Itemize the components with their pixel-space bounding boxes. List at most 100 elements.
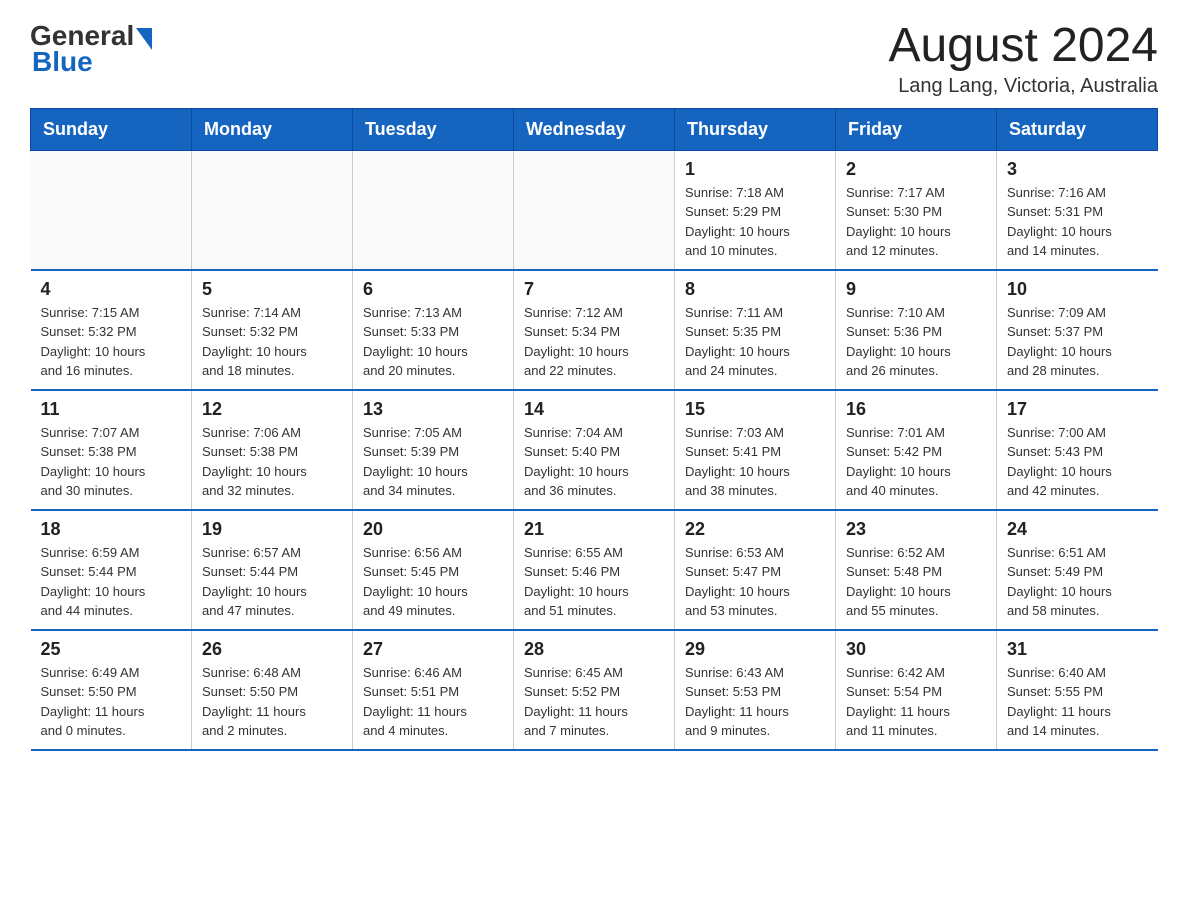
day-number: 8 xyxy=(685,279,825,300)
day-number: 19 xyxy=(202,519,342,540)
col-thursday: Thursday xyxy=(675,108,836,150)
day-number: 22 xyxy=(685,519,825,540)
table-row: 1 Sunrise: 7:18 AMSunset: 5:29 PMDaylight… xyxy=(675,150,836,270)
table-row: 21 Sunrise: 6:55 AMSunset: 5:46 PMDayligh… xyxy=(514,510,675,630)
table-row: 23 Sunrise: 6:52 AMSunset: 5:48 PMDayligh… xyxy=(836,510,997,630)
calendar-week-row: 11Sunrise: 7:07 AMSunset: 5:38 PMDayligh… xyxy=(31,390,1158,510)
day-info: Sunrise: 7:14 AMSunset: 5:32 PMDaylight:… xyxy=(202,303,342,381)
day-number: 16 xyxy=(846,399,986,420)
table-row: 22Sunrise: 6:53 AMSunset: 5:47 PMDayligh… xyxy=(675,510,836,630)
day-number: 28 xyxy=(524,639,664,660)
day-info: Sunrise: 7:03 AMSunset: 5:41 PMDaylight:… xyxy=(685,423,825,501)
table-row xyxy=(192,150,353,270)
day-info: Sunrise: 7:04 AMSunset: 5:40 PMDaylight:… xyxy=(524,423,664,501)
day-info: Sunrise: 7:15 AMSunset: 5:32 PMDaylight:… xyxy=(41,303,182,381)
table-row: 31Sunrise: 6:40 AMSunset: 5:55 PMDayligh… xyxy=(997,630,1158,750)
table-row: 16 Sunrise: 7:01 AMSunset: 5:42 PMDayligh… xyxy=(836,390,997,510)
day-info: Sunrise: 7:05 AMSunset: 5:39 PMDaylight:… xyxy=(363,423,503,501)
logo: General Blue xyxy=(30,20,152,78)
day-info: Sunrise: 6:42 AMSunset: 5:54 PMDaylight:… xyxy=(846,663,986,741)
calendar-subtitle: Lang Lang, Victoria, Australia xyxy=(888,75,1158,98)
day-info: Sunrise: 6:56 AMSunset: 5:45 PMDaylight:… xyxy=(363,543,503,621)
day-number: 5 xyxy=(202,279,342,300)
day-info: Sunrise: 6:43 AMSunset: 5:53 PMDaylight:… xyxy=(685,663,825,741)
table-row: 27 Sunrise: 6:46 AMSunset: 5:51 PMDayligh… xyxy=(353,630,514,750)
day-info: Sunrise: 7:09 AMSunset: 5:37 PMDaylight:… xyxy=(1007,303,1148,381)
day-number: 18 xyxy=(41,519,182,540)
table-row: 13 Sunrise: 7:05 AMSunset: 5:39 PMDayligh… xyxy=(353,390,514,510)
table-row xyxy=(353,150,514,270)
day-number: 1 xyxy=(685,159,825,180)
day-info: Sunrise: 7:00 AMSunset: 5:43 PMDaylight:… xyxy=(1007,423,1148,501)
day-info: Sunrise: 7:01 AMSunset: 5:42 PMDaylight:… xyxy=(846,423,986,501)
day-number: 12 xyxy=(202,399,342,420)
table-row: 4 Sunrise: 7:15 AMSunset: 5:32 PMDaylight… xyxy=(31,270,192,390)
table-row: 24Sunrise: 6:51 AMSunset: 5:49 PMDayligh… xyxy=(997,510,1158,630)
day-info: Sunrise: 7:13 AMSunset: 5:33 PMDaylight:… xyxy=(363,303,503,381)
day-number: 14 xyxy=(524,399,664,420)
day-info: Sunrise: 6:51 AMSunset: 5:49 PMDaylight:… xyxy=(1007,543,1148,621)
table-row xyxy=(514,150,675,270)
day-number: 15 xyxy=(685,399,825,420)
table-row: 29Sunrise: 6:43 AMSunset: 5:53 PMDayligh… xyxy=(675,630,836,750)
day-number: 27 xyxy=(363,639,503,660)
day-info: Sunrise: 6:49 AMSunset: 5:50 PMDaylight:… xyxy=(41,663,182,741)
table-row: 26 Sunrise: 6:48 AMSunset: 5:50 PMDayligh… xyxy=(192,630,353,750)
col-friday: Friday xyxy=(836,108,997,150)
table-row: 5 Sunrise: 7:14 AMSunset: 5:32 PMDaylight… xyxy=(192,270,353,390)
day-info: Sunrise: 7:11 AMSunset: 5:35 PMDaylight:… xyxy=(685,303,825,381)
day-info: Sunrise: 6:45 AMSunset: 5:52 PMDaylight:… xyxy=(524,663,664,741)
day-info: Sunrise: 6:52 AMSunset: 5:48 PMDaylight:… xyxy=(846,543,986,621)
day-number: 25 xyxy=(41,639,182,660)
col-wednesday: Wednesday xyxy=(514,108,675,150)
calendar-week-row: 18Sunrise: 6:59 AMSunset: 5:44 PMDayligh… xyxy=(31,510,1158,630)
day-info: Sunrise: 6:46 AMSunset: 5:51 PMDaylight:… xyxy=(363,663,503,741)
day-info: Sunrise: 7:06 AMSunset: 5:38 PMDaylight:… xyxy=(202,423,342,501)
table-row: 17Sunrise: 7:00 AMSunset: 5:43 PMDayligh… xyxy=(997,390,1158,510)
title-block: August 2024 Lang Lang, Victoria, Austral… xyxy=(888,20,1158,98)
day-info: Sunrise: 6:57 AMSunset: 5:44 PMDaylight:… xyxy=(202,543,342,621)
col-sunday: Sunday xyxy=(31,108,192,150)
table-row: 9Sunrise: 7:10 AMSunset: 5:36 PMDaylight… xyxy=(836,270,997,390)
table-row: 8 Sunrise: 7:11 AMSunset: 5:35 PMDaylight… xyxy=(675,270,836,390)
day-number: 7 xyxy=(524,279,664,300)
table-row: 19 Sunrise: 6:57 AMSunset: 5:44 PMDayligh… xyxy=(192,510,353,630)
day-number: 20 xyxy=(363,519,503,540)
day-info: Sunrise: 7:16 AMSunset: 5:31 PMDaylight:… xyxy=(1007,183,1148,261)
page-header: General Blue August 2024 Lang Lang, Vict… xyxy=(30,20,1158,98)
table-row: 11Sunrise: 7:07 AMSunset: 5:38 PMDayligh… xyxy=(31,390,192,510)
day-info: Sunrise: 7:12 AMSunset: 5:34 PMDaylight:… xyxy=(524,303,664,381)
table-row: 10Sunrise: 7:09 AMSunset: 5:37 PMDayligh… xyxy=(997,270,1158,390)
day-number: 9 xyxy=(846,279,986,300)
day-number: 2 xyxy=(846,159,986,180)
table-row: 15 Sunrise: 7:03 AMSunset: 5:41 PMDayligh… xyxy=(675,390,836,510)
day-info: Sunrise: 6:55 AMSunset: 5:46 PMDaylight:… xyxy=(524,543,664,621)
table-row: 18Sunrise: 6:59 AMSunset: 5:44 PMDayligh… xyxy=(31,510,192,630)
day-number: 6 xyxy=(363,279,503,300)
table-row: 7 Sunrise: 7:12 AMSunset: 5:34 PMDaylight… xyxy=(514,270,675,390)
day-number: 21 xyxy=(524,519,664,540)
calendar-table: Sunday Monday Tuesday Wednesday Thursday… xyxy=(30,108,1158,751)
calendar-week-row: 25 Sunrise: 6:49 AMSunset: 5:50 PMDayligh… xyxy=(31,630,1158,750)
col-tuesday: Tuesday xyxy=(353,108,514,150)
day-info: Sunrise: 7:17 AMSunset: 5:30 PMDaylight:… xyxy=(846,183,986,261)
table-row: 30 Sunrise: 6:42 AMSunset: 5:54 PMDayligh… xyxy=(836,630,997,750)
calendar-week-row: 1 Sunrise: 7:18 AMSunset: 5:29 PMDaylight… xyxy=(31,150,1158,270)
table-row: 25 Sunrise: 6:49 AMSunset: 5:50 PMDayligh… xyxy=(31,630,192,750)
col-saturday: Saturday xyxy=(997,108,1158,150)
day-number: 13 xyxy=(363,399,503,420)
table-row: 20 Sunrise: 6:56 AMSunset: 5:45 PMDayligh… xyxy=(353,510,514,630)
day-number: 4 xyxy=(41,279,182,300)
day-number: 26 xyxy=(202,639,342,660)
day-number: 3 xyxy=(1007,159,1148,180)
table-row: 14 Sunrise: 7:04 AMSunset: 5:40 PMDayligh… xyxy=(514,390,675,510)
calendar-header-row: Sunday Monday Tuesday Wednesday Thursday… xyxy=(31,108,1158,150)
day-number: 11 xyxy=(41,399,182,420)
day-number: 23 xyxy=(846,519,986,540)
logo-blue-text: Blue xyxy=(32,46,93,78)
calendar-title: August 2024 xyxy=(888,20,1158,73)
day-info: Sunrise: 6:48 AMSunset: 5:50 PMDaylight:… xyxy=(202,663,342,741)
table-row: 3 Sunrise: 7:16 AMSunset: 5:31 PMDaylight… xyxy=(997,150,1158,270)
day-info: Sunrise: 7:18 AMSunset: 5:29 PMDaylight:… xyxy=(685,183,825,261)
day-number: 30 xyxy=(846,639,986,660)
